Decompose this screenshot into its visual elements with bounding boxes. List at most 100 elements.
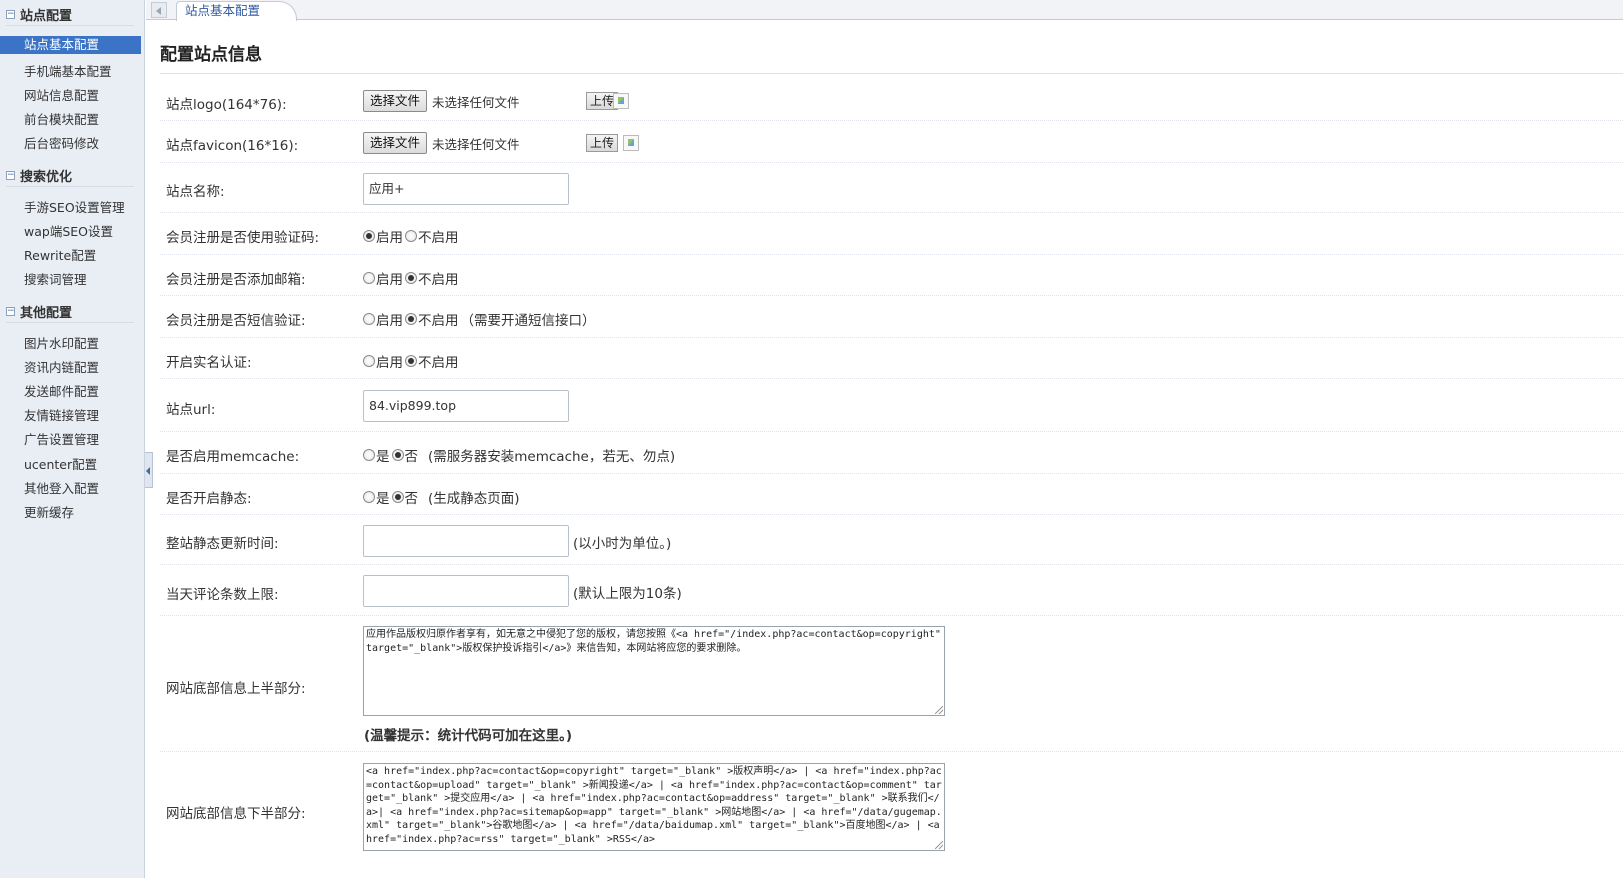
radio-enable[interactable]: [363, 272, 375, 284]
field-label: 站点名称:: [166, 184, 225, 200]
favicon-file-input[interactable]: 选择文件 未选择任何文件: [363, 132, 520, 154]
page-title: 配置站点信息: [160, 45, 262, 65]
sidebar-item-admin-password[interactable]: 后台密码修改: [24, 133, 99, 152]
sidebar-item-internal-links[interactable]: 资讯内链配置: [24, 357, 99, 376]
radio-disable[interactable]: [405, 355, 417, 367]
radio-label: 不启用: [418, 230, 459, 246]
sidebar-item-front-modules[interactable]: 前台模块配置: [24, 109, 99, 128]
radio-label: 启用: [376, 272, 403, 288]
sidebar-item-ads[interactable]: 广告设置管理: [24, 429, 99, 448]
favicon-preview-image-icon: [623, 135, 639, 151]
sidebar-group-seo: − 搜索优化: [6, 167, 140, 187]
radio-label: 不启用: [418, 272, 459, 288]
field-hint: (生成静态页面): [428, 491, 520, 507]
form-row-site-name: 站点名称: 应用+: [160, 163, 1623, 213]
radio-disable[interactable]: [405, 313, 417, 325]
title-divider: [160, 73, 1623, 74]
sidebar-group-header[interactable]: − 搜索优化: [6, 167, 134, 187]
tab-scroll-left-icon[interactable]: [151, 2, 167, 18]
site-name-input[interactable]: 应用+: [363, 173, 569, 205]
footer-bottom-textarea[interactable]: <a href="index.php?ac=contact&op=copyrig…: [363, 763, 945, 851]
admin-app: − 站点配置 站点基本配置 手机端基本配置 网站信息配置 前台模块配置 后台密码…: [0, 0, 1623, 881]
static-interval-input[interactable]: [363, 525, 569, 557]
radio-disable[interactable]: [405, 230, 417, 242]
sidebar-item-mobile-basic[interactable]: 手机端基本配置: [24, 61, 112, 80]
footer-tip: (温馨提示：统计代码可加在这里。): [364, 728, 573, 744]
field-label: 会员注册是否短信验证:: [166, 313, 306, 329]
main-content: 配置站点信息 站点logo(164*76): 选择文件 未选择任何文件 上传 站…: [160, 22, 1623, 881]
form-row-footer-bottom: 网站底部信息下半部分: <a href="index.php?ac=contac…: [160, 752, 1623, 881]
favicon-upload-button[interactable]: 上传: [586, 134, 619, 152]
resize-handle-icon[interactable]: [935, 841, 943, 849]
logo-file-input[interactable]: 选择文件 未选择任何文件: [363, 90, 520, 112]
field-label: 站点logo(164*76):: [166, 97, 287, 113]
radio-label: 是: [376, 449, 390, 465]
field-hint: (需服务器安装memcache，若无、勿点): [428, 449, 676, 465]
radio-label: 启用: [376, 230, 403, 246]
choose-file-button[interactable]: 选择文件: [363, 90, 428, 112]
sidebar-item-ucenter[interactable]: ucenter配置: [24, 454, 97, 473]
sidebar-item-watermark[interactable]: 图片水印配置: [24, 333, 99, 352]
field-label: 是否启用memcache:: [166, 449, 300, 465]
sidebar-item-game-seo[interactable]: 手游SEO设置管理: [24, 197, 125, 216]
radio-enable[interactable]: [363, 313, 375, 325]
field-label: 网站底部信息下半部分:: [166, 806, 306, 822]
form-row-footer-top: 网站底部信息上半部分: 应用作品版权归原作者享有，如无意之中侵犯了您的版权，请您…: [160, 616, 1623, 752]
realname-radio-group: 启用 不启用: [363, 351, 461, 371]
reg-captcha-radio-group: 启用 不启用: [363, 226, 461, 246]
field-label: 会员注册是否使用验证码:: [166, 230, 320, 246]
sidebar-group-header[interactable]: − 其他配置: [6, 303, 134, 323]
sidebar-item-wap-seo[interactable]: wap端SEO设置: [24, 221, 113, 240]
radio-disable[interactable]: [405, 272, 417, 284]
collapse-icon[interactable]: −: [6, 306, 15, 316]
radio-label: 不启用: [418, 313, 459, 329]
radio-enable[interactable]: [363, 230, 375, 242]
field-hint: (默认上限为10条): [573, 586, 682, 602]
sidebar-item-site-info[interactable]: 网站信息配置: [24, 85, 99, 104]
sidebar-item-clear-cache[interactable]: 更新缓存: [24, 502, 74, 521]
reg-sms-radio-group: 启用 不启用 （需要开通短信接口）: [363, 309, 596, 329]
form-row-reg-captcha: 会员注册是否使用验证码: 启用 不启用: [160, 213, 1623, 255]
sidebar-item-rewrite[interactable]: Rewrite配置: [24, 245, 96, 264]
form-row-static-interval: 整站静态更新时间: (以小时为单位。): [160, 515, 1623, 565]
form-row-static: 是否开启静态: 是 否 (生成静态页面): [160, 474, 1623, 515]
form-row-logo: 站点logo(164*76): 选择文件 未选择任何文件 上传: [160, 80, 1623, 121]
field-label: 整站静态更新时间:: [166, 536, 279, 552]
field-label: 当天评论条数上限:: [166, 587, 279, 603]
tab-site-basic[interactable]: 站点基本配置: [176, 1, 298, 21]
resize-handle-icon[interactable]: [935, 706, 943, 714]
static-radio-group: 是 否 (生成静态页面): [363, 487, 520, 507]
comment-limit-input[interactable]: [363, 575, 569, 607]
radio-no[interactable]: [391, 449, 404, 461]
textarea-content: 应用作品版权归原作者享有，如无意之中侵犯了您的版权，请您按照《<a href="…: [366, 629, 941, 654]
form-row-reg-sms: 会员注册是否短信验证: 启用 不启用 （需要开通短信接口）: [160, 296, 1623, 338]
field-label: 开启实名认证:: [166, 355, 252, 371]
logo-preview-image-icon: [613, 93, 629, 109]
radio-yes[interactable]: [363, 449, 375, 461]
field-label: 站点url:: [166, 402, 216, 418]
form-row-memcache: 是否启用memcache: 是 否 (需服务器安装memcache，若无、勿点): [160, 432, 1623, 474]
sidebar-group-header[interactable]: − 站点配置: [6, 6, 134, 26]
sidebar-group-site: − 站点配置: [6, 6, 140, 26]
field-label: 是否开启静态:: [166, 491, 252, 507]
collapse-icon[interactable]: −: [6, 9, 15, 19]
sidebar-item-search-terms[interactable]: 搜索词管理: [24, 269, 87, 288]
sidebar: − 站点配置 站点基本配置 手机端基本配置 网站信息配置 前台模块配置 后台密码…: [0, 0, 145, 878]
sidebar-item-friend-links[interactable]: 友情链接管理: [24, 405, 99, 424]
sidebar-item-mail[interactable]: 发送邮件配置: [24, 381, 99, 400]
radio-yes[interactable]: [363, 491, 375, 503]
sidebar-item-site-basic[interactable]: 站点基本配置: [0, 36, 141, 54]
collapse-icon[interactable]: −: [6, 170, 15, 180]
footer-top-textarea[interactable]: 应用作品版权归原作者享有，如无意之中侵犯了您的版权，请您按照《<a href="…: [363, 626, 945, 716]
radio-no[interactable]: [391, 491, 404, 503]
choose-file-button[interactable]: 选择文件: [363, 132, 428, 154]
radio-enable[interactable]: [363, 355, 375, 367]
sidebar-group-title: 其他配置: [20, 305, 73, 321]
sidebar-item-other-login[interactable]: 其他登入配置: [24, 478, 99, 497]
sidebar-collapse-handle[interactable]: [145, 452, 153, 488]
field-hint: （需要开通短信接口）: [460, 313, 596, 329]
form-row-favicon: 站点favicon(16*16): 选择文件 未选择任何文件 上传: [160, 121, 1623, 163]
field-label: 站点favicon(16*16):: [166, 138, 299, 154]
tab-bar: 站点基本配置: [146, 0, 1623, 21]
site-url-input[interactable]: 84.vip899.top: [363, 390, 569, 422]
